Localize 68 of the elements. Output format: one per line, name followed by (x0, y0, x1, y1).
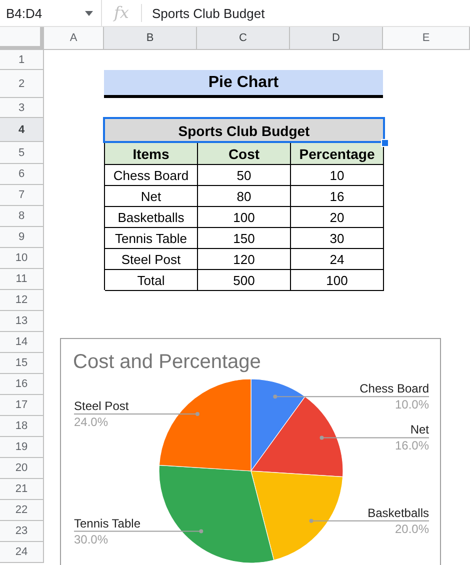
column-header[interactable]: E (383, 27, 470, 50)
name-box[interactable]: B4:D4 (0, 0, 102, 26)
row-header[interactable]: 17 (0, 395, 44, 416)
table-cell: Basketballs (105, 207, 198, 228)
row-header[interactable]: 13 (0, 311, 44, 332)
table-cell: Tennis Table (105, 228, 198, 249)
table-cell: 20 (291, 207, 384, 228)
table-cell: 10 (291, 165, 384, 186)
fill-handle[interactable] (381, 139, 389, 147)
slice-percentage: 20.0% (394, 522, 429, 536)
row-header[interactable]: 11 (0, 269, 44, 290)
column-heading-cell: Items (105, 143, 198, 165)
fx-label: fx (102, 4, 142, 22)
row-header[interactable]: 15 (0, 353, 44, 374)
column-header[interactable]: C (197, 27, 290, 50)
table-cell: 80 (198, 186, 291, 207)
column-heading-cell: Cost (198, 143, 291, 165)
table-cell: Net (105, 186, 198, 207)
slice-percentage: 24.0% (74, 415, 108, 429)
row-header[interactable]: 6 (0, 164, 44, 185)
table-cell: 50 (198, 165, 291, 186)
row-header[interactable]: 20 (0, 458, 44, 479)
row-header[interactable]: 18 (0, 416, 44, 437)
row-header[interactable]: 5 (0, 142, 44, 164)
table-cell: Chess Board (105, 165, 198, 186)
slice-label: Net (410, 422, 429, 437)
column-header[interactable]: D (290, 27, 383, 50)
row-header[interactable]: 10 (0, 248, 44, 269)
row-header[interactable]: 22 (0, 500, 44, 521)
table-cell: 100 (198, 207, 291, 228)
column-header[interactable]: A (44, 27, 104, 50)
row-header[interactable]: 19 (0, 437, 44, 458)
slice-percentage: 10.0% (394, 398, 429, 412)
table-cell: 100 (291, 270, 384, 291)
row-header[interactable]: 12 (0, 290, 44, 311)
row-header[interactable]: 3 (0, 98, 44, 118)
chart-title: Cost and Percentage (73, 351, 261, 373)
slice-percentage: 30.0% (74, 532, 108, 546)
slice-label: Basketballs (368, 506, 429, 520)
slice-label: Tennis Table (74, 516, 140, 530)
row-header[interactable]: 14 (0, 332, 44, 353)
table-cell: Total (105, 270, 198, 291)
column-header[interactable]: B (104, 27, 197, 50)
row-header[interactable]: 8 (0, 206, 44, 227)
heading-cell: Pie Chart (104, 70, 383, 98)
slice-percentage: 16.0% (394, 438, 429, 453)
row-header[interactable]: 9 (0, 227, 44, 248)
row-header[interactable]: 1 (0, 50, 44, 70)
row-header[interactable]: 21 (0, 479, 44, 500)
caret-icon (85, 10, 93, 16)
table-cell: 500 (198, 270, 291, 291)
formula-field[interactable]: Sports Club Budget (142, 6, 265, 20)
table-cell: 16 (291, 186, 384, 207)
table-cell: 150 (198, 228, 291, 249)
row-header[interactable]: 23 (0, 521, 44, 542)
row-header[interactable]: 24 (0, 542, 44, 563)
table-cell: 30 (291, 228, 384, 249)
row-header[interactable]: 16 (0, 374, 44, 395)
table-cell: 24 (291, 249, 384, 270)
row-header[interactable]: 4 (0, 118, 44, 142)
cell-reference: B4:D4 (6, 6, 42, 20)
column-heading-cell: Percentage (291, 143, 384, 165)
table-cell: Steel Post (105, 249, 198, 270)
table-cell: 120 (198, 249, 291, 270)
row-header[interactable]: 2 (0, 70, 44, 98)
row-header[interactable]: 7 (0, 185, 44, 206)
slice-label: Steel Post (74, 399, 129, 413)
slice-label: Chess Board (360, 382, 429, 396)
